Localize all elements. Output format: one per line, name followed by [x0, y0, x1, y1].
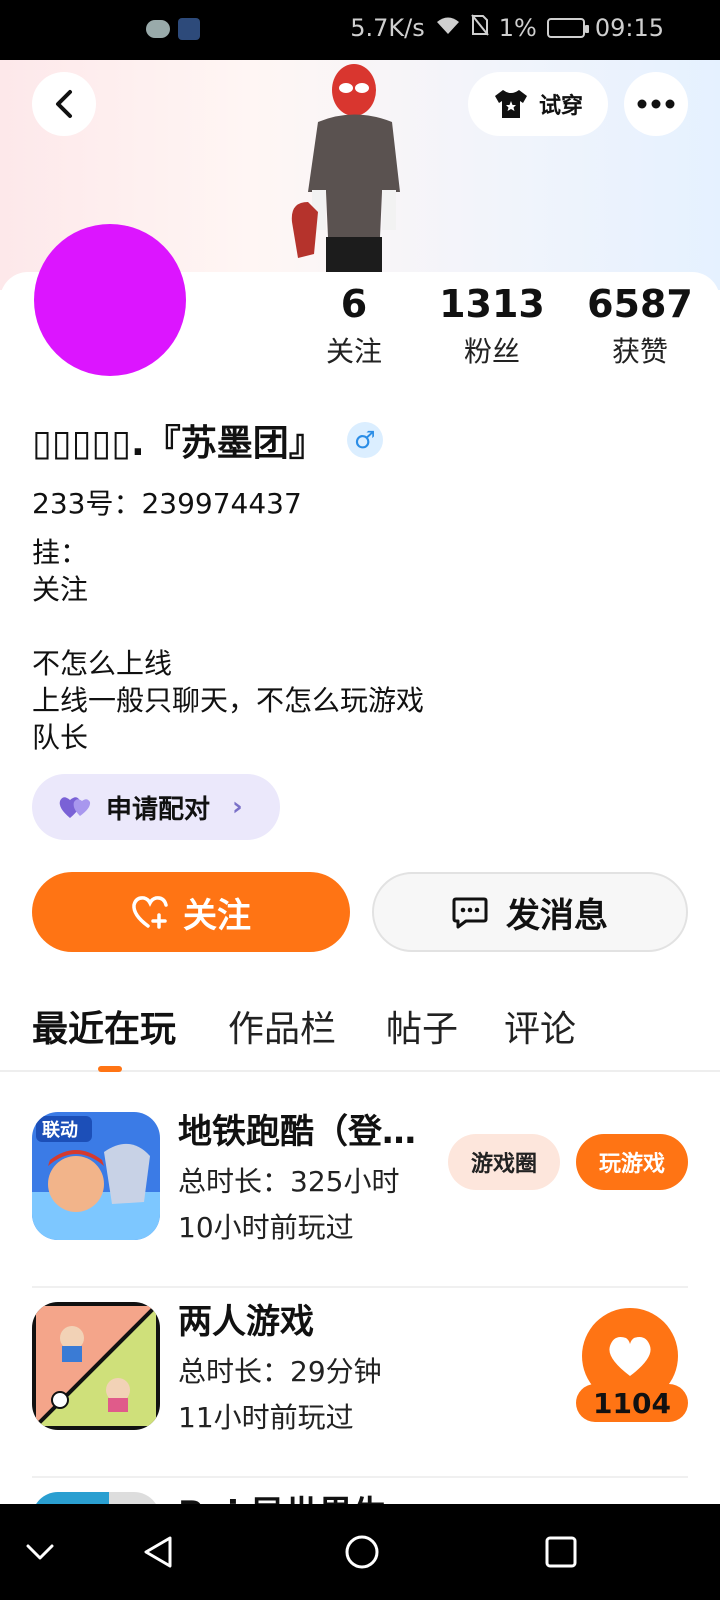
- chevron-right-icon: ›: [232, 792, 243, 822]
- no-sim-icon: [470, 14, 489, 42]
- game-duration: 总时长：29分钟: [178, 1355, 382, 1388]
- bio-line: 不怎么上线: [32, 647, 173, 680]
- game-list-item[interactable]: Pui 异世界生: [32, 1478, 688, 1504]
- game-duration: 总时长：325小时: [178, 1165, 400, 1198]
- game-icon: [32, 1492, 160, 1504]
- likes-label: 获赞: [611, 335, 668, 368]
- follow-label: 关注: [183, 895, 251, 936]
- bio-line: 关注: [32, 573, 89, 606]
- recents-square-icon[interactable]: [544, 1532, 578, 1572]
- system-nav-bar: [0, 1504, 720, 1600]
- following-label: 关注: [325, 335, 382, 368]
- likes-count: 6587: [587, 282, 693, 326]
- double-heart-icon: [59, 797, 91, 818]
- tab-comments[interactable]: 评论: [504, 1000, 576, 1052]
- avatar-character-image: [291, 64, 400, 272]
- followers-label: 粉丝: [463, 335, 520, 368]
- game-title: 地铁跑酷（登…: [178, 1112, 416, 1152]
- bio-line: 挂：: [32, 536, 89, 569]
- back-button[interactable]: [32, 72, 96, 136]
- status-bar: 5.7K/s 1% 09:15: [0, 0, 720, 60]
- wifi-icon: [435, 14, 461, 42]
- more-dots-icon: [637, 99, 675, 109]
- chat-bubble-icon: [452, 897, 488, 929]
- heart-plus-icon: [132, 896, 168, 929]
- avatar[interactable]: [34, 224, 186, 376]
- game-list-item[interactable]: 联动 地铁跑酷（登… 总时长：325小时 10小时前玩过 游戏圈 玩游戏: [32, 1098, 688, 1288]
- game-last-played: 11小时前玩过: [178, 1401, 354, 1434]
- home-circle-icon[interactable]: [344, 1532, 380, 1572]
- battery-icon: [546, 18, 589, 38]
- bio: 挂： 关注 不怎么上线 上线一般只聊天，不怎么玩游戏 队长: [32, 534, 424, 756]
- subway-surfers-game-icon: 联动: [32, 1112, 160, 1240]
- two-player-game-icon: [32, 1302, 160, 1430]
- nickname: ▯▯▯▯▯.『苏墨团』: [32, 423, 325, 464]
- play-game-button[interactable]: 玩游戏: [576, 1134, 688, 1190]
- profile-tabs: 最近在玩 作品栏 帖子 评论: [0, 1000, 720, 1072]
- send-message-button[interactable]: 发消息: [372, 872, 688, 952]
- game-last-played: 10小时前玩过: [178, 1211, 354, 1244]
- more-button[interactable]: [624, 72, 688, 136]
- game-title: 两人游戏: [178, 1302, 314, 1342]
- male-gender-icon: ♂: [346, 422, 383, 458]
- follow-button[interactable]: 关注: [32, 872, 350, 952]
- tab-works[interactable]: 作品栏: [228, 1000, 336, 1052]
- like-count: 1104: [593, 1386, 671, 1420]
- bio-line: 上线一般只聊天，不怎么玩游戏: [32, 684, 425, 717]
- cloud-icon: [146, 20, 170, 38]
- tab-posts[interactable]: 帖子: [386, 1000, 458, 1052]
- followers-count: 1313: [439, 282, 545, 326]
- nickname-row: ▯▯▯▯▯.『苏墨团』 ♂: [32, 414, 383, 466]
- profile-stats: 6 关注 1313 粉丝 6587 获赞: [300, 282, 710, 382]
- user-id: 233号：239974437: [32, 487, 302, 520]
- bio-line: 队长: [32, 721, 89, 754]
- following-stat[interactable]: 6 关注: [284, 282, 424, 374]
- svg-text:联动: 联动: [42, 1120, 78, 1141]
- chevron-left-icon: [56, 90, 72, 118]
- battery-percent: 1%: [498, 14, 537, 42]
- game-title: Pui 异世界生: [178, 1486, 387, 1504]
- request-pair-button[interactable]: 申请配对 ›: [32, 774, 280, 840]
- game-circle-button[interactable]: 游戏圈: [448, 1134, 560, 1190]
- likes-stat[interactable]: 6587 获赞: [570, 282, 710, 374]
- try-on-label: 试穿: [538, 94, 583, 119]
- request-pair-label: 申请配对: [106, 794, 211, 825]
- back-triangle-icon[interactable]: [142, 1532, 176, 1572]
- active-tab-indicator: [98, 1066, 122, 1072]
- shield-icon: [178, 18, 200, 40]
- try-on-button[interactable]: 试穿: [468, 72, 608, 136]
- followers-stat[interactable]: 1313 粉丝: [422, 282, 562, 374]
- following-count: 6: [340, 282, 368, 326]
- shirt-icon: [494, 90, 527, 118]
- chevron-down-icon[interactable]: [26, 1532, 54, 1572]
- network-speed: 5.7K/s: [350, 14, 425, 42]
- bio-line: [32, 608, 424, 645]
- send-message-label: 发消息: [506, 895, 608, 936]
- tab-recently-played[interactable]: 最近在玩: [32, 1000, 176, 1052]
- like-button[interactable]: 1104: [574, 1306, 694, 1426]
- clock: 09:15: [594, 14, 664, 42]
